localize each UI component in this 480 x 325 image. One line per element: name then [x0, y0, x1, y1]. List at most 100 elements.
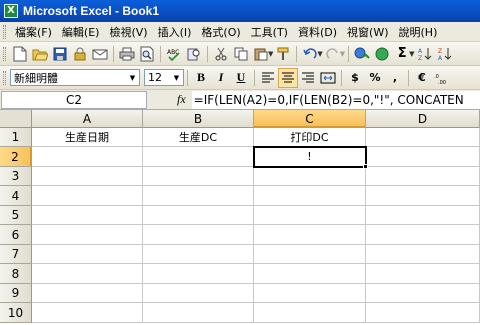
chevron-down-icon[interactable]: ▼: [126, 70, 139, 85]
cell-a5[interactable]: [32, 206, 143, 225]
cell-a4[interactable]: [32, 186, 143, 206]
cell-b8[interactable]: [143, 264, 254, 284]
cell-d6[interactable]: [366, 225, 480, 245]
row-header-1[interactable]: 1: [0, 128, 32, 147]
increase-decimal-icon[interactable]: .0.00: [432, 68, 452, 88]
cell-c9[interactable]: [254, 284, 366, 303]
cell-d4[interactable]: [366, 186, 480, 206]
bold-button[interactable]: B: [191, 68, 211, 88]
row-header-4[interactable]: 4: [0, 186, 32, 206]
cell-c7[interactable]: [254, 245, 366, 264]
menu-insert[interactable]: 插入(I): [153, 24, 197, 40]
menu-tools[interactable]: 工具(T): [246, 24, 293, 40]
cell-b2[interactable]: [143, 147, 254, 167]
copy-icon[interactable]: [231, 44, 251, 64]
menu-view[interactable]: 檢視(V): [104, 24, 152, 40]
cell-b6[interactable]: [143, 225, 254, 245]
name-box[interactable]: C2: [1, 90, 147, 109]
cell-a6[interactable]: [32, 225, 143, 245]
row-header-10[interactable]: 10: [0, 303, 32, 323]
cell-b7[interactable]: [143, 245, 254, 264]
cell-b1[interactable]: 生産DC: [143, 128, 254, 147]
menu-help[interactable]: 說明(H): [394, 24, 443, 40]
cell-d5[interactable]: [366, 206, 480, 225]
column-header-c[interactable]: C: [254, 110, 366, 128]
row-header-9[interactable]: 9: [0, 284, 32, 303]
row-header-6[interactable]: 6: [0, 225, 32, 245]
cell-c6[interactable]: [254, 225, 366, 245]
cell-d3[interactable]: [366, 167, 480, 186]
cell-c1[interactable]: 打印DC: [254, 128, 366, 147]
permission-icon[interactable]: [70, 44, 90, 64]
insert-function-icon[interactable]: fx: [177, 92, 186, 107]
align-left-icon[interactable]: [258, 68, 278, 88]
cell-c8[interactable]: [254, 264, 366, 284]
save-icon[interactable]: [50, 44, 70, 64]
merge-center-icon[interactable]: [318, 68, 338, 88]
cell-a1[interactable]: 生産日期: [32, 128, 143, 147]
cell-a7[interactable]: [32, 245, 143, 264]
font-size-dropdown[interactable]: 12 ▼: [144, 69, 184, 86]
format-painter-icon[interactable]: [273, 44, 293, 64]
open-icon[interactable]: [30, 44, 50, 64]
email-icon[interactable]: [90, 44, 110, 64]
row-header-8[interactable]: 8: [0, 264, 32, 284]
align-right-icon[interactable]: [298, 68, 318, 88]
cell-a8[interactable]: [32, 264, 143, 284]
menu-file[interactable]: 檔案(F): [10, 24, 57, 40]
cell-b3[interactable]: [143, 167, 254, 186]
align-center-icon[interactable]: [278, 67, 298, 88]
cell-b10[interactable]: [143, 303, 254, 323]
underline-button[interactable]: U: [231, 68, 251, 88]
chevron-down-icon[interactable]: ▼: [170, 70, 183, 85]
cell-d9[interactable]: [366, 284, 480, 303]
cell-a10[interactable]: [32, 303, 143, 323]
cell-b9[interactable]: [143, 284, 254, 303]
column-header-b[interactable]: B: [143, 110, 254, 128]
row-header-5[interactable]: 5: [0, 206, 32, 225]
cell-c3[interactable]: [254, 167, 366, 186]
cell-c5[interactable]: [254, 206, 366, 225]
chevron-down-icon[interactable]: ▼: [340, 50, 345, 58]
cell-d7[interactable]: [366, 245, 480, 264]
cell-b5[interactable]: [143, 206, 254, 225]
cell-d2[interactable]: [366, 147, 480, 167]
select-all-corner[interactable]: [0, 110, 32, 128]
print-icon[interactable]: [117, 44, 137, 64]
cell-a3[interactable]: [32, 167, 143, 186]
euro-button[interactable]: €: [412, 68, 432, 88]
menu-format[interactable]: 格式(O): [196, 24, 245, 40]
assistant-icon[interactable]: [372, 44, 392, 64]
cell-d8[interactable]: [366, 264, 480, 284]
comma-style-button[interactable]: ,: [385, 68, 405, 88]
cell-a9[interactable]: [32, 284, 143, 303]
cell-d1[interactable]: [366, 128, 480, 147]
sort-ascending-icon[interactable]: AZ: [415, 44, 435, 64]
cut-icon[interactable]: [211, 44, 231, 64]
menu-data[interactable]: 資料(D): [293, 24, 342, 40]
column-header-a[interactable]: A: [32, 110, 143, 128]
row-header-3[interactable]: 3: [0, 167, 32, 186]
research-icon[interactable]: [184, 44, 204, 64]
cell-d10[interactable]: [366, 303, 480, 323]
cell-c10[interactable]: [254, 303, 366, 323]
spelling-icon[interactable]: ABC: [164, 44, 184, 64]
row-header-7[interactable]: 7: [0, 245, 32, 264]
formula-input[interactable]: =IF(LEN(A2)=0,IF(LEN(B2)=0,"!", CONCATEN: [191, 90, 480, 109]
currency-button[interactable]: $: [345, 68, 365, 88]
percent-button[interactable]: %: [365, 68, 385, 88]
fill-handle[interactable]: [363, 164, 368, 169]
font-name-dropdown[interactable]: 新細明體 ▼: [10, 69, 140, 86]
sort-descending-icon[interactable]: ZA: [435, 44, 455, 64]
cell-b4[interactable]: [143, 186, 254, 206]
cell-a2[interactable]: [32, 147, 143, 167]
print-preview-icon[interactable]: [137, 44, 157, 64]
new-icon[interactable]: [10, 44, 30, 64]
column-header-d[interactable]: D: [366, 110, 480, 128]
cell-c4[interactable]: [254, 186, 366, 206]
italic-button[interactable]: I: [211, 68, 231, 88]
menu-edit[interactable]: 編輯(E): [57, 24, 105, 40]
menu-window[interactable]: 視窗(W): [342, 24, 393, 40]
hyperlink-icon[interactable]: [352, 44, 372, 64]
row-header-2[interactable]: 2: [0, 147, 32, 167]
